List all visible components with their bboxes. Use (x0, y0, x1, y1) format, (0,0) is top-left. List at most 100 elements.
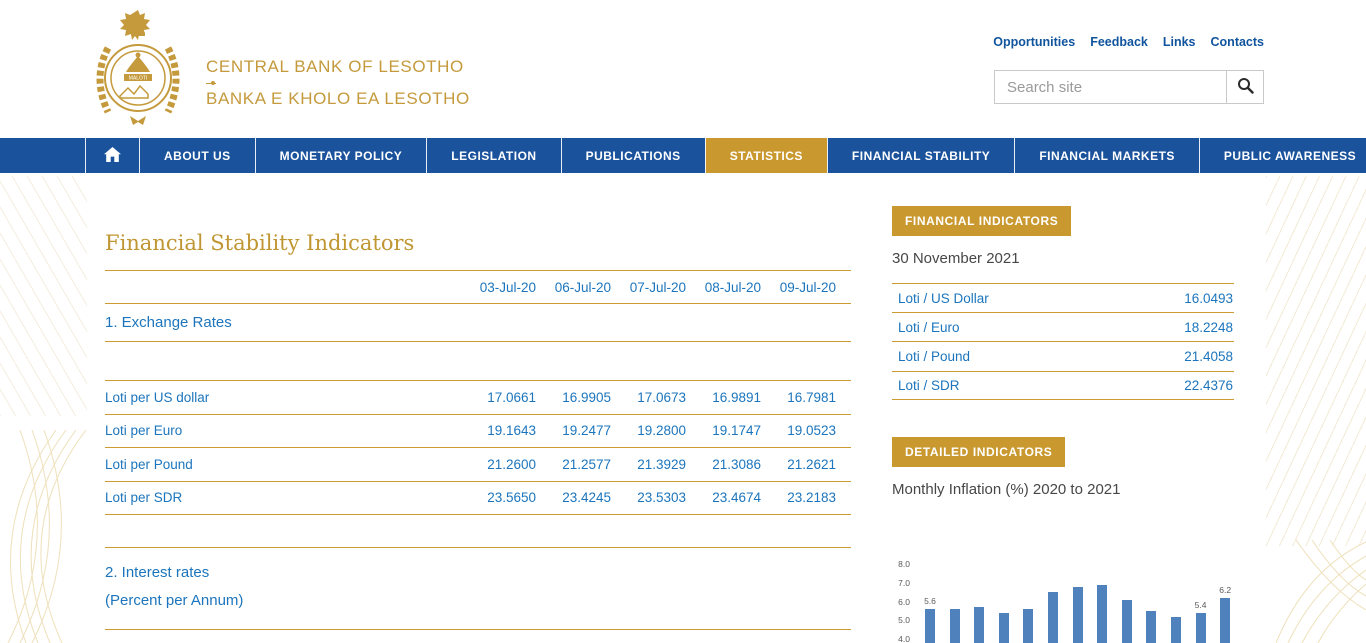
row-label: Loti per Pound (105, 457, 461, 472)
row-value: 21.2600 (461, 457, 536, 472)
chart-title: Monthly Inflation (%) 2020 to 2021 (892, 481, 1120, 498)
central-bank-emblem-logo: MALOTI (90, 8, 186, 137)
nav-item-about-us[interactable]: ABOUT US (139, 138, 255, 173)
financial-stability-table: 03-Jul-2006-Jul-2007-Jul-2008-Jul-2009-J… (105, 270, 851, 630)
nav-item-financial-markets[interactable]: FINANCIAL MARKETS (1014, 138, 1199, 173)
nav-item-label: ABOUT US (164, 149, 231, 163)
section-interest-rates-label: 2. Interest rates (105, 559, 851, 587)
left-guilloche-decoration (0, 430, 87, 643)
y-axis-tick-label: 5.0 (890, 615, 910, 625)
search-input[interactable] (994, 70, 1226, 104)
monthly-inflation-bar-chart: 8.07.06.05.04.05.65.46.2 (890, 552, 1242, 643)
y-axis-tick-label: 7.0 (890, 578, 910, 588)
right-hatch-decoration (1266, 176, 1366, 546)
table-row: Loti per Pound21.260021.257721.392921.30… (105, 447, 851, 481)
nav-item-label: PUBLICATIONS (586, 149, 681, 163)
inflation-bar (1220, 598, 1230, 643)
brand-divider (206, 81, 394, 85)
row-value: 21.2621 (761, 457, 836, 472)
row-value: 21.3086 (686, 457, 761, 472)
inflation-bar (1097, 585, 1107, 643)
table-row: Loti per SDR23.565023.424523.530323.4674… (105, 481, 851, 515)
inflation-bar (925, 609, 935, 643)
search-icon (1237, 77, 1254, 97)
date-header-cell: 07-Jul-20 (611, 280, 686, 295)
inflation-bar (1196, 613, 1206, 643)
row-value: 23.4245 (536, 490, 611, 505)
inflation-bar (1048, 592, 1058, 643)
row-value: 19.1643 (461, 423, 536, 438)
indicator-row: Loti / SDR 22.4376 (892, 371, 1234, 400)
date-header-cell: 03-Jul-20 (461, 280, 536, 295)
section-exchange-rates-label: 1. Exchange Rates (105, 314, 232, 331)
row-value: 21.3929 (611, 457, 686, 472)
inflation-bar (1146, 611, 1156, 643)
nav-item-legislation[interactable]: LEGISLATION (426, 138, 560, 173)
indicator-value: 21.4058 (1184, 349, 1233, 364)
inflation-bar (950, 609, 960, 643)
left-hatch-decoration (0, 176, 87, 416)
top-link-opportunities[interactable]: Opportunities (993, 35, 1075, 49)
indicator-value: 16.0493 (1184, 291, 1233, 306)
section-exchange-rates: 1. Exchange Rates (105, 303, 851, 341)
row-value: 23.5650 (461, 490, 536, 505)
nav-item-label: PUBLIC AWARENESS (1224, 149, 1356, 163)
row-value: 19.2477 (536, 423, 611, 438)
row-value: 16.7981 (761, 390, 836, 405)
row-value: 19.1747 (686, 423, 761, 438)
bank-name-english: CENTRAL BANK OF LESOTHO (206, 57, 470, 77)
svg-text:MALOTI: MALOTI (129, 76, 148, 82)
table-body: Loti per US dollar17.066116.990517.06731… (105, 380, 851, 514)
inflation-bar (1122, 600, 1132, 643)
section-interest-rates-units: (Percent per Annum) (105, 587, 851, 615)
row-value: 23.5303 (611, 490, 686, 505)
page: MALOTI CENTRAL BANK OF LESOTHO BANKA E K… (0, 0, 1366, 643)
nav-item-monetary-policy[interactable]: MONETARY POLICY (255, 138, 427, 173)
row-value: 16.9905 (536, 390, 611, 405)
date-header-cell: 09-Jul-20 (761, 280, 836, 295)
home-icon (104, 147, 121, 165)
nav-item-label: FINANCIAL STABILITY (852, 149, 990, 163)
table-date-header-row: 03-Jul-2006-Jul-2007-Jul-2008-Jul-2009-J… (105, 270, 851, 303)
row-label: Loti per SDR (105, 490, 461, 505)
indicator-label: Loti / Pound (898, 349, 970, 364)
nav-item-publications[interactable]: PUBLICATIONS (561, 138, 705, 173)
bar-data-label: 5.4 (1191, 600, 1211, 610)
nav-item-home[interactable] (85, 138, 139, 173)
indicator-value: 22.4376 (1184, 378, 1233, 393)
row-value: 17.0661 (461, 390, 536, 405)
financial-indicators-heading: FINANCIAL INDICATORS (892, 206, 1071, 236)
top-link-links[interactable]: Links (1163, 35, 1196, 49)
bar-data-label: 6.2 (1215, 585, 1235, 595)
table-empty-row (105, 341, 851, 380)
row-value: 23.4674 (686, 490, 761, 505)
nav-item-public-awareness[interactable]: PUBLIC AWARENESS (1199, 138, 1366, 173)
row-value: 23.2183 (761, 490, 836, 505)
page-title: Financial Stability Indicators (105, 231, 414, 255)
nav-item-financial-stability[interactable]: FINANCIAL STABILITY (827, 138, 1014, 173)
nav-item-label: STATISTICS (730, 149, 803, 163)
financial-indicators-table: Loti / US Dollar16.0493Loti / Euro18.224… (892, 283, 1234, 400)
nav-item-label: MONETARY POLICY (280, 149, 403, 163)
nav-items: ABOUT US MONETARY POLICY LEGISLATION PUBLIC… (85, 138, 1366, 173)
site-search (994, 70, 1264, 104)
row-value: 21.2577 (536, 457, 611, 472)
table-empty-row (105, 514, 851, 547)
row-value: 17.0673 (611, 390, 686, 405)
indicator-row: Loti / Pound 21.4058 (892, 341, 1234, 370)
inflation-bar (1023, 609, 1033, 643)
bank-name-sesotho: BANKA E KHOLO EA LESOTHO (206, 89, 470, 109)
indicator-label: Loti / Euro (898, 320, 960, 335)
top-link-contacts[interactable]: Contacts (1211, 35, 1264, 49)
right-guilloche-decoration (1276, 540, 1366, 643)
indicator-label: Loti / US Dollar (898, 291, 989, 306)
date-header-cell: 06-Jul-20 (536, 280, 611, 295)
nav-item-label: FINANCIAL MARKETS (1039, 149, 1175, 163)
nav-item-statistics[interactable]: STATISTICS (705, 138, 827, 173)
top-link-feedback[interactable]: Feedback (1090, 35, 1148, 49)
search-button[interactable] (1226, 70, 1264, 104)
section-interest-rates: 2. Interest rates (Percent per Annum) (105, 547, 851, 630)
indicator-label: Loti / SDR (898, 378, 960, 393)
indicator-row: Loti / US Dollar 16.0493 (892, 283, 1234, 312)
site-header: MALOTI CENTRAL BANK OF LESOTHO BANKA E K… (0, 0, 1366, 138)
